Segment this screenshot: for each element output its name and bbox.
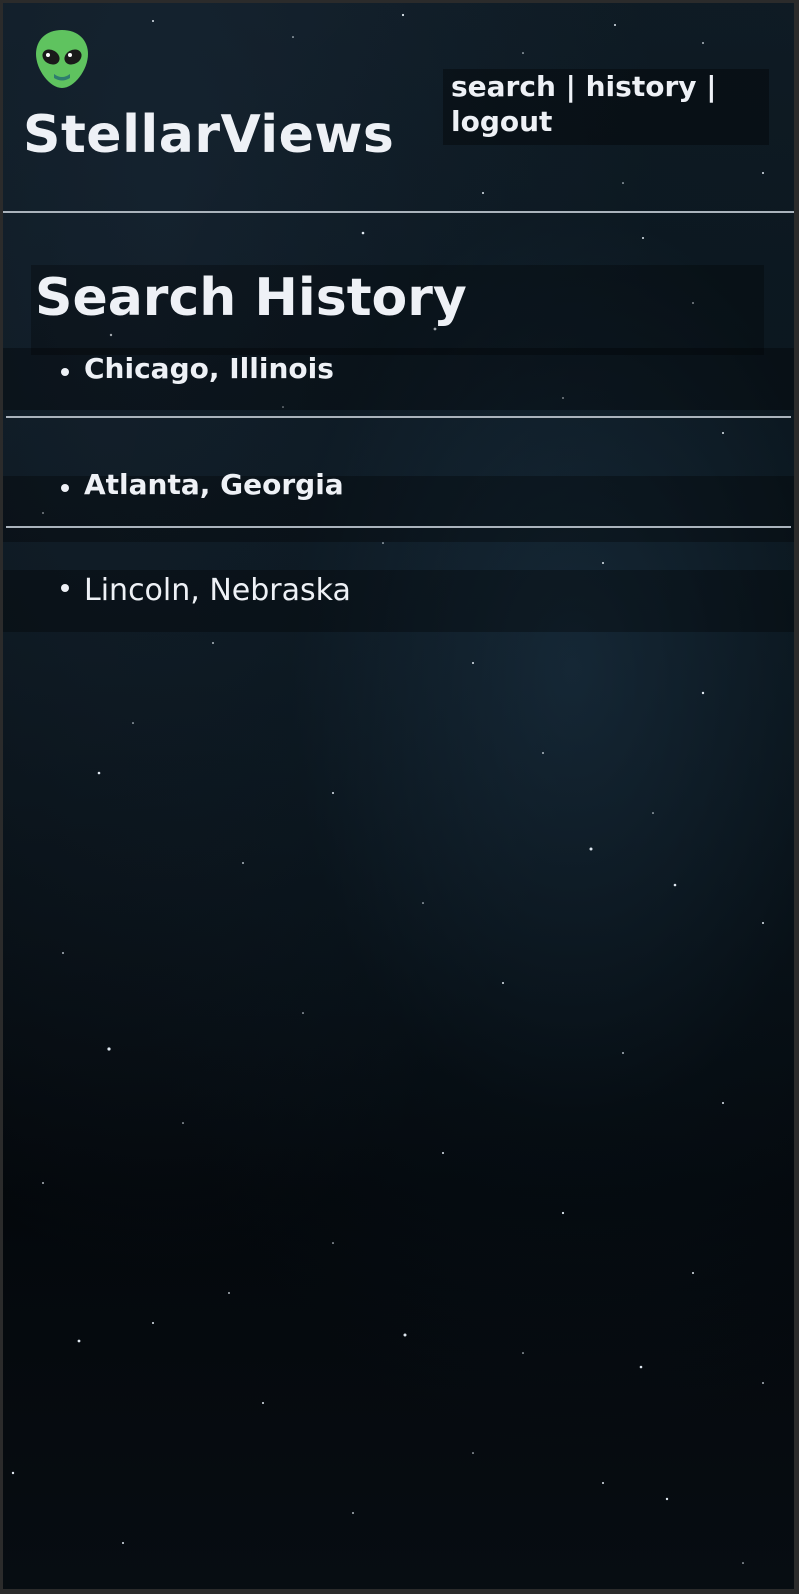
header-divider	[3, 211, 794, 213]
nav-separator: |	[565, 70, 576, 103]
nav-logout-link[interactable]: logout	[451, 105, 552, 138]
nav-search-link[interactable]: search	[451, 70, 556, 103]
nav-separator: |	[706, 70, 717, 103]
bullet-icon	[61, 368, 69, 376]
page-title: Search History	[35, 268, 467, 328]
history-divider	[6, 526, 791, 528]
nav-history-link[interactable]: history	[586, 70, 697, 103]
bullet-icon	[61, 584, 69, 592]
page-frame: StellarViews search | history | logout S…	[3, 3, 794, 1589]
nav-line-2: logout	[443, 104, 769, 139]
history-item-label[interactable]: Atlanta, Georgia	[84, 467, 344, 503]
alien-icon	[36, 30, 88, 88]
history-item-label[interactable]: Chicago, Illinois	[84, 351, 334, 387]
starfield-background	[11, 13, 764, 1564]
history-item-label[interactable]: Lincoln, Nebraska	[84, 573, 351, 609]
bullet-icon	[61, 484, 69, 492]
brand-title: StellarViews	[23, 105, 395, 165]
top-nav: search | history | logout	[443, 69, 769, 145]
history-divider	[6, 416, 791, 418]
nav-line-1: search | history |	[443, 69, 769, 104]
